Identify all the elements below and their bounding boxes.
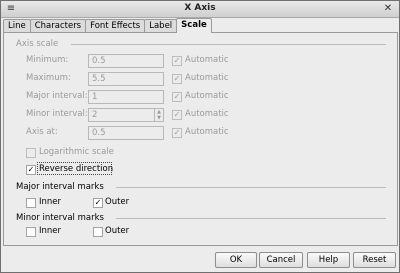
scale-panel: Axis scale Minimum: 0.5 ✓ Automatic Maxi… xyxy=(3,32,398,246)
axis-at-automatic-checkbox[interactable]: ✓ xyxy=(172,128,182,138)
maximum-automatic-checkbox[interactable]: ✓ xyxy=(172,74,182,84)
logarithmic-scale-checkbox[interactable] xyxy=(26,148,36,158)
maximum-automatic-label: Automatic xyxy=(185,73,229,83)
ok-button[interactable]: OK xyxy=(215,252,257,268)
minor-interval-automatic-label: Automatic xyxy=(185,109,229,119)
axis-scale-heading: Axis scale xyxy=(16,39,59,49)
minor-marks-separator xyxy=(116,218,386,219)
title-bar: ≡ X Axis ✕ xyxy=(1,1,399,18)
minor-inner-label: Inner xyxy=(39,226,62,236)
x-axis-dialog: ≡ X Axis ✕ Line Characters Font Effects … xyxy=(0,0,400,273)
major-marks-separator xyxy=(116,187,386,188)
maximum-label: Maximum: xyxy=(26,73,71,83)
minor-marks-heading: Minor interval marks xyxy=(16,213,104,223)
minimum-label: Minimum: xyxy=(26,55,69,65)
tab-label[interactable]: Label xyxy=(144,19,178,33)
major-inner-label: Inner xyxy=(39,197,62,207)
reset-button[interactable]: Reset xyxy=(353,252,396,268)
axis-at-field[interactable]: 0.5 xyxy=(88,126,164,140)
major-outer-label: Outer xyxy=(105,197,130,207)
maximum-field[interactable]: 5.5 xyxy=(88,72,164,86)
tab-characters[interactable]: Characters xyxy=(29,19,87,33)
major-interval-automatic-label: Automatic xyxy=(185,91,229,101)
reverse-direction-checkbox[interactable]: ✓ xyxy=(26,165,36,175)
logarithmic-scale-label: Logarithmic scale xyxy=(39,147,114,157)
major-inner-checkbox[interactable] xyxy=(26,198,36,208)
minor-outer-checkbox[interactable] xyxy=(93,227,103,237)
close-icon[interactable]: ✕ xyxy=(382,3,394,14)
tab-font-effects[interactable]: Font Effects xyxy=(85,19,146,33)
minor-interval-field[interactable]: 2 ▲ ▼ xyxy=(88,108,164,122)
major-interval-automatic-checkbox[interactable]: ✓ xyxy=(172,92,182,102)
axis-at-automatic-label: Automatic xyxy=(185,127,229,137)
axis-scale-separator xyxy=(71,44,386,45)
reverse-direction-label: Reverse direction xyxy=(39,164,114,174)
tab-bar: Line Characters Font Effects Label Scale xyxy=(3,18,212,33)
minor-inner-checkbox[interactable] xyxy=(26,227,36,237)
minimum-automatic-label: Automatic xyxy=(185,55,229,65)
axis-at-label: Axis at: xyxy=(26,127,58,137)
minor-interval-automatic-checkbox[interactable]: ✓ xyxy=(172,110,182,120)
tab-scale[interactable]: Scale xyxy=(176,18,212,33)
minor-interval-label: Minor interval: xyxy=(26,109,88,119)
minor-outer-label: Outer xyxy=(105,226,130,236)
help-button[interactable]: Help xyxy=(307,252,350,268)
major-outer-checkbox[interactable]: ✓ xyxy=(93,198,103,208)
minor-interval-value: 2 xyxy=(92,110,98,120)
window-title: X Axis xyxy=(184,3,216,13)
tab-line[interactable]: Line xyxy=(3,19,31,33)
major-interval-label: Major interval: xyxy=(26,91,88,101)
cancel-button[interactable]: Cancel xyxy=(259,252,303,268)
minimum-automatic-checkbox[interactable]: ✓ xyxy=(172,56,182,66)
spin-arrows-icon[interactable]: ▲ ▼ xyxy=(154,109,163,121)
minimum-field[interactable]: 0.5 xyxy=(88,54,164,68)
major-interval-field[interactable]: 1 xyxy=(88,90,164,104)
major-marks-heading: Major interval marks xyxy=(16,182,104,192)
